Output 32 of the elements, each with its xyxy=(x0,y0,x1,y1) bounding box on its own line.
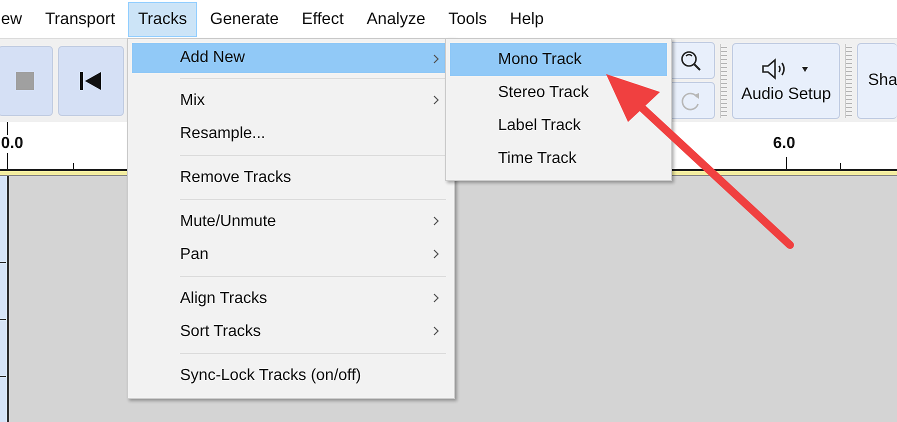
zoom-icon xyxy=(679,48,704,72)
skip-to-start-button[interactable] xyxy=(58,46,124,116)
menu-bar-item[interactable]: Tracks xyxy=(128,2,197,36)
menu-item[interactable]: Pan xyxy=(132,238,450,271)
submenu-chevron-icon xyxy=(433,95,440,105)
menu-item[interactable]: Sort Tracks xyxy=(132,315,450,348)
menu-bar-item[interactable]: Transport xyxy=(35,2,126,36)
menu-item[interactable]: Mute/Unmute xyxy=(132,205,450,238)
submenu-chevron-icon xyxy=(433,216,440,226)
share-button[interactable]: Sha xyxy=(857,42,897,118)
menu-bar-item[interactable]: ew xyxy=(0,2,32,36)
menu-item[interactable]: Mono Track xyxy=(450,43,667,76)
menu-item[interactable]: Align Tracks xyxy=(132,282,450,315)
menu-bar-item[interactable]: Generate xyxy=(200,2,289,36)
submenu-chevron-icon xyxy=(433,249,440,259)
submenu-chevron-icon xyxy=(433,326,440,336)
menu-item[interactable]: Label Track xyxy=(450,109,667,142)
ruler-label: 6.0 xyxy=(773,135,796,153)
menu-bar-item[interactable]: Help xyxy=(500,2,554,36)
skip-to-start-icon xyxy=(80,70,102,90)
stop-icon xyxy=(16,72,34,90)
menu-bar-item[interactable]: Tools xyxy=(438,2,497,36)
ruler-label: 0.0 xyxy=(1,135,24,153)
menu-bar-item[interactable]: Analyze xyxy=(356,2,436,36)
submenu-chevron-icon xyxy=(433,293,440,303)
menu-item[interactable]: Stereo Track xyxy=(450,76,667,109)
menu-item[interactable]: Time Track xyxy=(450,142,667,175)
menu-item[interactable]: Sync-Lock Tracks (on/off) xyxy=(132,359,450,392)
menu-bar-item[interactable]: Effect xyxy=(292,2,354,36)
audio-setup-button[interactable]: Audio Setup xyxy=(732,42,840,118)
stop-button[interactable] xyxy=(0,46,53,116)
submenu-chevron-icon xyxy=(433,54,440,64)
